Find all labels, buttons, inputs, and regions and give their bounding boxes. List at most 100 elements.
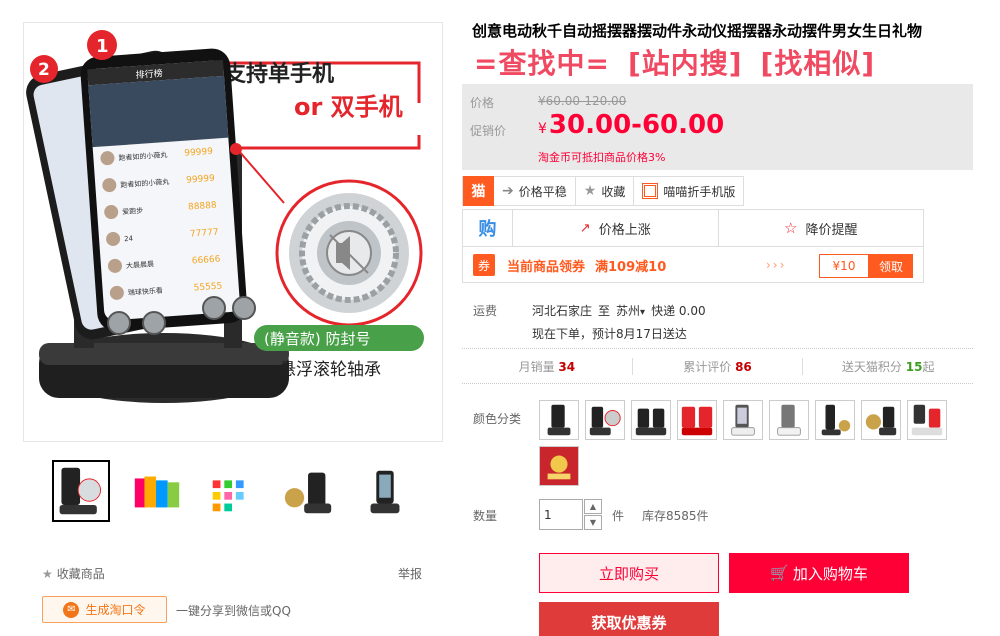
- monthly-sales: 月销量 34: [462, 357, 633, 375]
- stock-count: 库存8585件: [642, 509, 709, 523]
- star-icon: ★: [42, 566, 53, 581]
- total-reviews[interactable]: 累计评价 86: [633, 357, 804, 375]
- taokouling-label: 生成淘口令: [85, 603, 146, 617]
- color-option-3[interactable]: [631, 400, 671, 440]
- mobile-version-button[interactable]: 喵喵折手机版: [634, 176, 745, 206]
- leaderboard-score: 88888: [188, 201, 218, 213]
- share-text: 一键分享到微信或QQ: [176, 604, 291, 618]
- color-option-2[interactable]: [585, 400, 625, 440]
- price-toolbar: 猫 ➔ 价格平稳 ★ 收藏 喵喵折手机版: [462, 176, 745, 206]
- leaderboard-name: 24: [124, 235, 134, 244]
- color-option-7[interactable]: [815, 400, 855, 440]
- report-link[interactable]: 举报: [398, 565, 422, 582]
- bearing-caption: 悬浮滚轮轴承: [279, 360, 381, 380]
- reviews-label: 累计评价: [683, 359, 732, 374]
- claim-coupon-button[interactable]: 领取: [869, 254, 913, 278]
- collect-button[interactable]: ★ 收藏: [575, 176, 635, 206]
- badge-1: 1: [96, 36, 109, 57]
- original-price: ¥60.00-120.00: [538, 94, 627, 108]
- star-icon: ★: [583, 183, 597, 199]
- find-similar-link[interactable]: [找相似]: [761, 42, 876, 82]
- product-title: 创意电动秋千自动摇摆器摆动件永动仪摇摆器永动摆件男女生日礼物: [472, 22, 923, 40]
- color-swatches: [539, 400, 959, 486]
- tmall-points: 送天猫积分 15起: [803, 358, 973, 375]
- chevrons-icon: ›››: [766, 258, 787, 272]
- trend-up-icon: ↗: [579, 220, 591, 236]
- get-coupon-button[interactable]: 获取优惠券: [539, 602, 719, 636]
- leaderboard-score: 55555: [193, 281, 222, 293]
- destination-select[interactable]: 苏州▾: [616, 302, 645, 319]
- thumbnail-strip: [52, 460, 414, 522]
- ship-from: 河北石家庄: [532, 304, 593, 318]
- price-stable-button[interactable]: ➔ 价格平稳: [494, 176, 576, 206]
- leaderboard-score: 99999: [184, 147, 214, 159]
- ship-to-word: 至: [598, 304, 611, 318]
- thumbnail-1[interactable]: [52, 460, 110, 522]
- price-trend-panel: 购 ↗ 价格上涨 ☆ 降价提醒 券 当前商品领券 满109减10 ››› ¥10…: [462, 209, 924, 283]
- generate-taokouling-button[interactable]: ✉ 生成淘口令: [42, 596, 167, 623]
- collect-label: 收藏: [601, 184, 626, 199]
- color-option-8[interactable]: [861, 400, 901, 440]
- currency-symbol: ¥: [538, 121, 547, 137]
- cart-icon: 🛒: [770, 564, 789, 582]
- increase-button[interactable]: ▲: [584, 499, 602, 514]
- monthly-sales-value: 34: [558, 359, 576, 374]
- monthly-sales-label: 月销量: [518, 359, 555, 374]
- shipping-label: 运费: [473, 304, 498, 318]
- sales-stats: 月销量 34 累计评价 86 送天猫积分 15起: [462, 348, 973, 384]
- promo-price-label: 促销价: [470, 124, 507, 138]
- add-to-cart-button[interactable]: 🛒 加入购物车: [729, 553, 909, 593]
- favorite-label: 收藏商品: [56, 567, 105, 581]
- add-to-cart-label: 加入购物车: [792, 564, 868, 583]
- color-option-9[interactable]: [907, 400, 947, 440]
- leaderboard-score: 66666: [192, 255, 222, 267]
- color-option-1[interactable]: [539, 400, 579, 440]
- coupon-rule: 满109减10: [595, 259, 667, 275]
- main-product-image[interactable]: 支持单手机 or 双手机 排行榜 跑者如的小薇丸 99999 跑者如的小薇丸 9999…: [23, 22, 443, 442]
- original-price-label: 价格: [470, 96, 495, 110]
- headline-line1: 支持单手机: [224, 62, 334, 87]
- favorite-product-link[interactable]: ★ 收藏商品: [42, 565, 105, 582]
- points-value: 15: [905, 359, 923, 374]
- thumbnail-5[interactable]: [356, 460, 414, 522]
- coupon-amount: ¥10: [819, 254, 869, 278]
- shipping-route: 河北石家庄 至 苏州▾ 快递 0.00: [532, 302, 706, 319]
- site-search-link[interactable]: [站内搜]: [628, 42, 743, 82]
- quantity-stepper: ▲ ▼: [584, 499, 602, 530]
- price-up-button[interactable]: ↗ 价格上涨: [513, 210, 719, 246]
- silent-pill: (静音款) 防封号: [264, 330, 370, 348]
- quantity-input[interactable]: [539, 499, 583, 530]
- points-suffix: 起: [922, 359, 935, 374]
- price-drop-alert-label: 降价提醒: [805, 222, 858, 238]
- thumbnail-4[interactable]: [280, 460, 338, 522]
- price-drop-alert-button[interactable]: ☆ 降价提醒: [719, 210, 924, 246]
- taojinbi-note[interactable]: 淘金币可抵扣商品价格3%: [538, 149, 665, 165]
- color-category-label: 颜色分类: [473, 412, 522, 426]
- qr-code-icon: [642, 183, 659, 199]
- color-option-4[interactable]: [677, 400, 717, 440]
- points-label: 送天猫积分: [841, 359, 902, 374]
- thumbnail-3[interactable]: [204, 460, 262, 522]
- leaderboard-name: 爱跑步: [122, 206, 144, 216]
- price-stable-label: 价格平稳: [518, 184, 567, 199]
- shopping-icon: 购: [463, 210, 513, 246]
- color-option-6[interactable]: [769, 400, 809, 440]
- ship-method: 快递 0.00: [651, 304, 706, 318]
- leaderboard-score: 99999: [186, 174, 216, 186]
- decrease-button[interactable]: ▼: [584, 515, 602, 530]
- buy-now-button[interactable]: 立即购买: [539, 553, 719, 593]
- thumbnail-2[interactable]: [128, 460, 186, 522]
- reviews-value: 86: [735, 359, 752, 374]
- taokouling-icon: ✉: [63, 601, 80, 618]
- ship-to: 苏州: [616, 304, 641, 318]
- coupon-text: 当前商品领券: [507, 259, 586, 275]
- search-links: =查找中= [站内搜] [找相似]: [474, 42, 875, 82]
- color-option-5[interactable]: [723, 400, 763, 440]
- tmall-cat-icon[interactable]: 猫: [462, 176, 494, 206]
- promo-price-value: 30.00-60.00: [548, 110, 725, 140]
- quantity-label: 数量: [473, 509, 498, 523]
- price-box: 价格 ¥60.00-120.00 促销价 ¥ 30.00-60.00 淘金币可抵…: [462, 84, 973, 170]
- delivery-eta: 现在下单，预计8月17日送达: [532, 327, 687, 341]
- color-option-10[interactable]: [539, 446, 579, 486]
- leaderboard-score: 77777: [190, 228, 219, 240]
